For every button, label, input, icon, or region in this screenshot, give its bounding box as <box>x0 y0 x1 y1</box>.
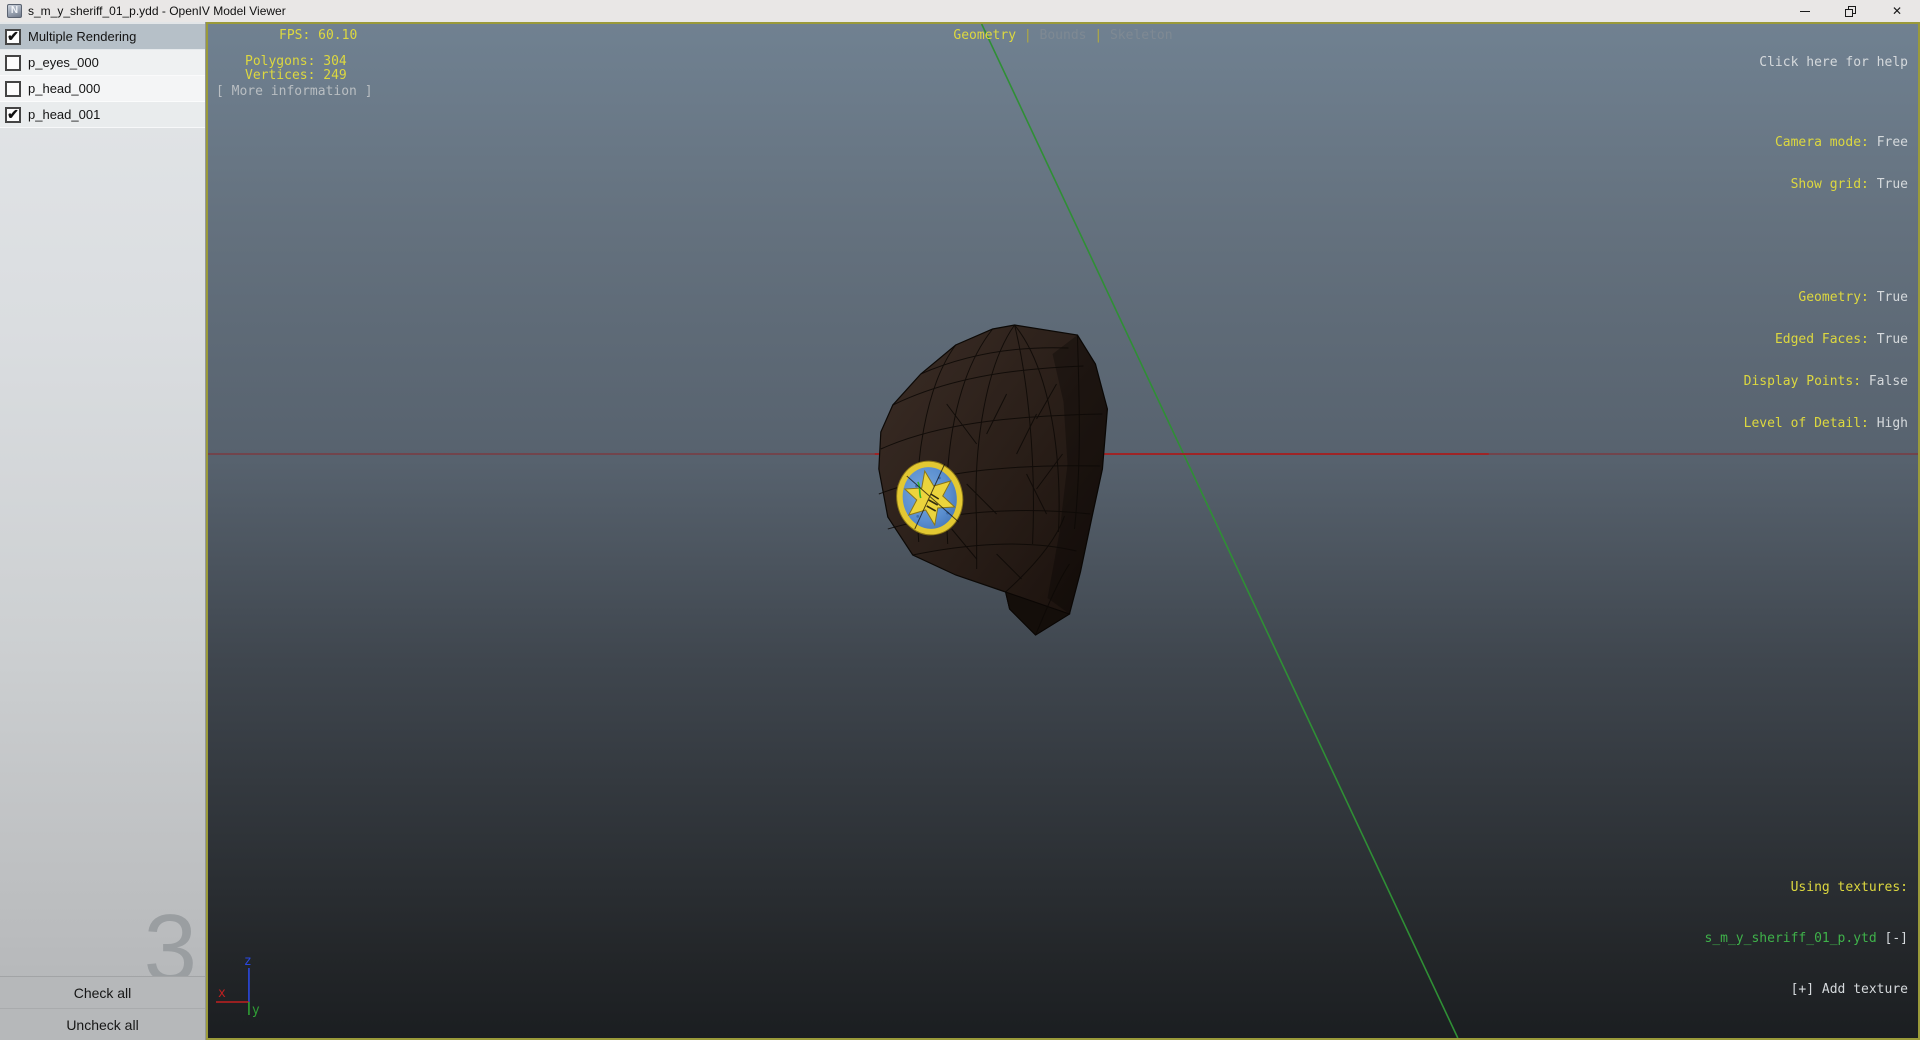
add-texture-button[interactable]: [+] Add texture <box>1705 981 1908 998</box>
viewport-canvas[interactable]: z x y FPS: 60.10 Polygons: 304 Vertices:… <box>208 24 1918 1038</box>
remove-texture-button[interactable]: [-] <box>1885 931 1908 946</box>
checkbox-checked[interactable]: ✔ <box>5 106 21 123</box>
setting-display-points[interactable]: Display Points: False <box>1744 375 1908 389</box>
tab-separator: | <box>1094 28 1103 43</box>
axis-z-label: z <box>244 954 252 969</box>
restore-icon <box>1845 5 1857 17</box>
checkbox-unchecked[interactable] <box>5 80 21 97</box>
setting-show-grid[interactable]: Show grid: True <box>1744 178 1908 192</box>
setting-edged-faces[interactable]: Edged Faces: True <box>1744 333 1908 347</box>
close-button[interactable]: ✕ <box>1874 0 1920 22</box>
minimize-button[interactable] <box>1782 0 1828 22</box>
setting-camera-mode[interactable]: Camera mode: Free <box>1744 136 1908 150</box>
tab-skeleton[interactable]: Skeleton <box>1110 28 1173 43</box>
check-all-button[interactable]: Check all <box>0 977 205 1008</box>
setting-geometry[interactable]: Geometry: True <box>1744 291 1908 305</box>
texture-file-name: s_m_y_sheriff_01_p.ytd <box>1704 931 1877 946</box>
hat-model <box>878 324 1109 636</box>
checkbox-checked[interactable]: ✔ <box>5 28 21 45</box>
textures-panel: Using textures: s_m_y_sheriff_01_p.ytd [… <box>1705 845 1909 1032</box>
minimize-icon <box>1800 10 1810 12</box>
tab-bounds[interactable]: Bounds <box>1040 28 1087 43</box>
model-row-p-head-000[interactable]: p_head_000 <box>0 76 205 102</box>
model-row-label: Multiple Rendering <box>28 29 137 44</box>
using-textures-heading: Using textures: <box>1790 880 1908 895</box>
model-row-label: p_head_000 <box>28 81 101 96</box>
axis-gizmo: z x y <box>215 954 260 1018</box>
axis-y-label: y <box>252 1003 260 1018</box>
model-row-p-eyes-000[interactable]: p_eyes_000 <box>0 50 205 76</box>
window-controls: ✕ <box>1782 0 1920 22</box>
title-bar: N s_m_y_sheriff_01_p.ydd - OpenIV Model … <box>0 0 1920 22</box>
model-viewport[interactable]: z x y FPS: 60.10 Polygons: 304 Vertices:… <box>206 22 1920 1040</box>
restore-button[interactable] <box>1828 0 1874 22</box>
model-row-multiple-rendering[interactable]: ✔ Multiple Rendering <box>0 24 205 50</box>
model-sidebar: ✔ Multiple Rendering p_eyes_000 p_head_0… <box>0 22 206 1040</box>
axis-x-label: x <box>218 986 226 1001</box>
checkbox-unchecked[interactable] <box>5 54 21 71</box>
texture-entry: s_m_y_sheriff_01_p.ytd [-] <box>1705 930 1909 947</box>
scene-graphics: z x y <box>208 24 1918 1038</box>
polygon-count: Polygons: 304 <box>245 54 347 69</box>
help-link[interactable]: Click here for help <box>1744 56 1908 70</box>
app-icon: N <box>7 4 22 18</box>
sidebar-buttons: Check all Uncheck all <box>0 976 205 1040</box>
window-title: s_m_y_sheriff_01_p.ydd - OpenIV Model Vi… <box>28 4 286 18</box>
model-row-p-head-001[interactable]: ✔ p_head_001 <box>0 102 205 128</box>
setting-level-of-detail[interactable]: Level of Detail: High <box>1744 417 1908 431</box>
view-mode-tabs: Geometry | Bounds | Skeleton <box>953 29 1172 43</box>
uncheck-all-button[interactable]: Uncheck all <box>0 1008 205 1040</box>
viewer-settings-panel: Click here for help Camera mode: Free Sh… <box>1744 28 1908 487</box>
tab-geometry[interactable]: Geometry <box>953 28 1016 43</box>
model-row-label: p_eyes_000 <box>28 55 99 70</box>
fps-counter: FPS: 60.10 <box>279 28 358 43</box>
model-list: ✔ Multiple Rendering p_eyes_000 p_head_0… <box>0 22 205 128</box>
model-row-label: p_head_001 <box>28 107 101 122</box>
more-information-link[interactable]: [ More information ] <box>216 85 373 99</box>
vertex-count: Vertices: 249 <box>245 68 347 83</box>
